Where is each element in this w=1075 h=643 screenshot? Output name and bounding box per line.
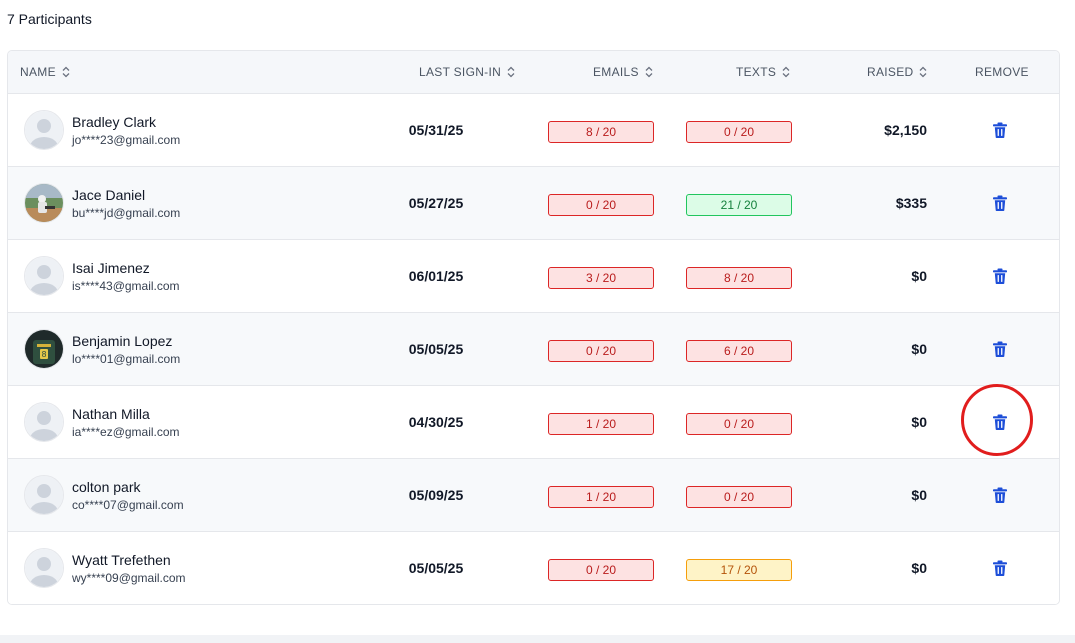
column-header-raised-label: RAISED [867, 65, 914, 79]
column-header-name-label: NAME [20, 65, 56, 79]
default-avatar [24, 256, 64, 296]
texts-badge: 21 / 20 [686, 194, 792, 216]
emails-badge: 0 / 20 [548, 340, 654, 362]
table-row: Isai Jimenez is****43@gmail.com 06/01/25… [8, 240, 1059, 313]
column-header-emails-label: EMAILS [593, 65, 639, 79]
trash-icon[interactable] [991, 413, 1009, 431]
participant-count: 7 Participants [7, 11, 92, 27]
table-header: NAME LAST SIGN-IN EMAILS TEXTS RAISED RE… [8, 51, 1059, 94]
column-header-last-sign-in[interactable]: LAST SIGN-IN [419, 51, 515, 93]
column-header-last-sign-in-label: LAST SIGN-IN [419, 65, 502, 79]
last-sign-in: 05/09/25 [408, 487, 464, 503]
default-avatar [24, 402, 64, 442]
last-sign-in: 05/31/25 [408, 122, 464, 138]
trash-icon[interactable] [991, 194, 1009, 212]
emails-badge: 8 / 20 [548, 121, 654, 143]
sort-icon [645, 66, 653, 78]
participant-name[interactable]: colton park [72, 479, 140, 495]
participants-table: NAME LAST SIGN-IN EMAILS TEXTS RAISED RE… [7, 50, 1060, 605]
participant-email: ia****ez@gmail.com [72, 425, 180, 439]
default-avatar [24, 110, 64, 150]
participant-name[interactable]: Jace Daniel [72, 187, 145, 203]
sort-icon [782, 66, 790, 78]
table-row: colton park co****07@gmail.com 05/09/25 … [8, 459, 1059, 532]
column-header-remove-label: REMOVE [975, 65, 1029, 79]
sort-icon [507, 66, 515, 78]
default-avatar [24, 475, 64, 515]
trash-icon[interactable] [991, 559, 1009, 577]
table-row: Wyatt Trefethen wy****09@gmail.com 05/05… [8, 532, 1059, 604]
participant-name[interactable]: Benjamin Lopez [72, 333, 172, 349]
table-row: Nathan Milla ia****ez@gmail.com 04/30/25… [8, 386, 1059, 459]
svg-text:8: 8 [41, 350, 46, 359]
column-header-remove: REMOVE [975, 51, 1029, 93]
participant-name[interactable]: Wyatt Trefethen [72, 552, 171, 568]
photo-avatar: 8 [24, 329, 64, 369]
page-bottom-strip [0, 635, 1075, 643]
table-row: Bradley Clark jo****23@gmail.com 05/31/2… [8, 94, 1059, 167]
participant-email: jo****23@gmail.com [72, 133, 181, 147]
last-sign-in: 06/01/25 [408, 268, 464, 284]
raised-amount: $0 [911, 487, 927, 503]
last-sign-in: 05/05/25 [408, 560, 464, 576]
table-row: 8 Benjamin Lopez lo****01@gmail.com 05/0… [8, 313, 1059, 386]
column-header-raised[interactable]: RAISED [867, 51, 927, 93]
texts-badge: 0 / 20 [686, 121, 792, 143]
sort-icon [920, 66, 927, 78]
trash-icon[interactable] [991, 486, 1009, 504]
column-header-emails[interactable]: EMAILS [593, 51, 653, 93]
raised-amount: $0 [911, 341, 927, 357]
texts-badge: 0 / 20 [686, 413, 792, 435]
trash-icon[interactable] [991, 340, 1009, 358]
emails-badge: 1 / 20 [548, 486, 654, 508]
texts-badge: 8 / 20 [686, 267, 792, 289]
column-header-name[interactable]: NAME [20, 51, 70, 93]
raised-amount: $0 [911, 414, 927, 430]
participant-email: bu****jd@gmail.com [72, 206, 181, 220]
column-header-texts-label: TEXTS [736, 65, 777, 79]
raised-amount: $2,150 [884, 122, 927, 138]
last-sign-in: 05/27/25 [408, 195, 464, 211]
emails-badge: 0 / 20 [548, 559, 654, 581]
emails-badge: 0 / 20 [548, 194, 654, 216]
column-header-texts[interactable]: TEXTS [736, 51, 790, 93]
table-row: Jace Daniel bu****jd@gmail.com 05/27/25 … [8, 167, 1059, 240]
participant-email: lo****01@gmail.com [72, 352, 181, 366]
last-sign-in: 05/05/25 [408, 341, 464, 357]
photo-avatar [24, 183, 64, 223]
raised-amount: $0 [911, 560, 927, 576]
last-sign-in: 04/30/25 [408, 414, 464, 430]
raised-amount: $0 [911, 268, 927, 284]
trash-icon[interactable] [991, 121, 1009, 139]
participant-email: co****07@gmail.com [72, 498, 184, 512]
sort-icon [62, 66, 70, 78]
participant-name[interactable]: Isai Jimenez [72, 260, 150, 276]
participant-email: wy****09@gmail.com [72, 571, 186, 585]
texts-badge: 6 / 20 [686, 340, 792, 362]
trash-icon[interactable] [991, 267, 1009, 285]
texts-badge: 17 / 20 [686, 559, 792, 581]
texts-badge: 0 / 20 [686, 486, 792, 508]
emails-badge: 1 / 20 [548, 413, 654, 435]
raised-amount: $335 [895, 195, 927, 211]
participant-name[interactable]: Nathan Milla [72, 406, 150, 422]
emails-badge: 3 / 20 [548, 267, 654, 289]
participant-name[interactable]: Bradley Clark [72, 114, 156, 130]
default-avatar [24, 548, 64, 588]
participant-email: is****43@gmail.com [72, 279, 180, 293]
